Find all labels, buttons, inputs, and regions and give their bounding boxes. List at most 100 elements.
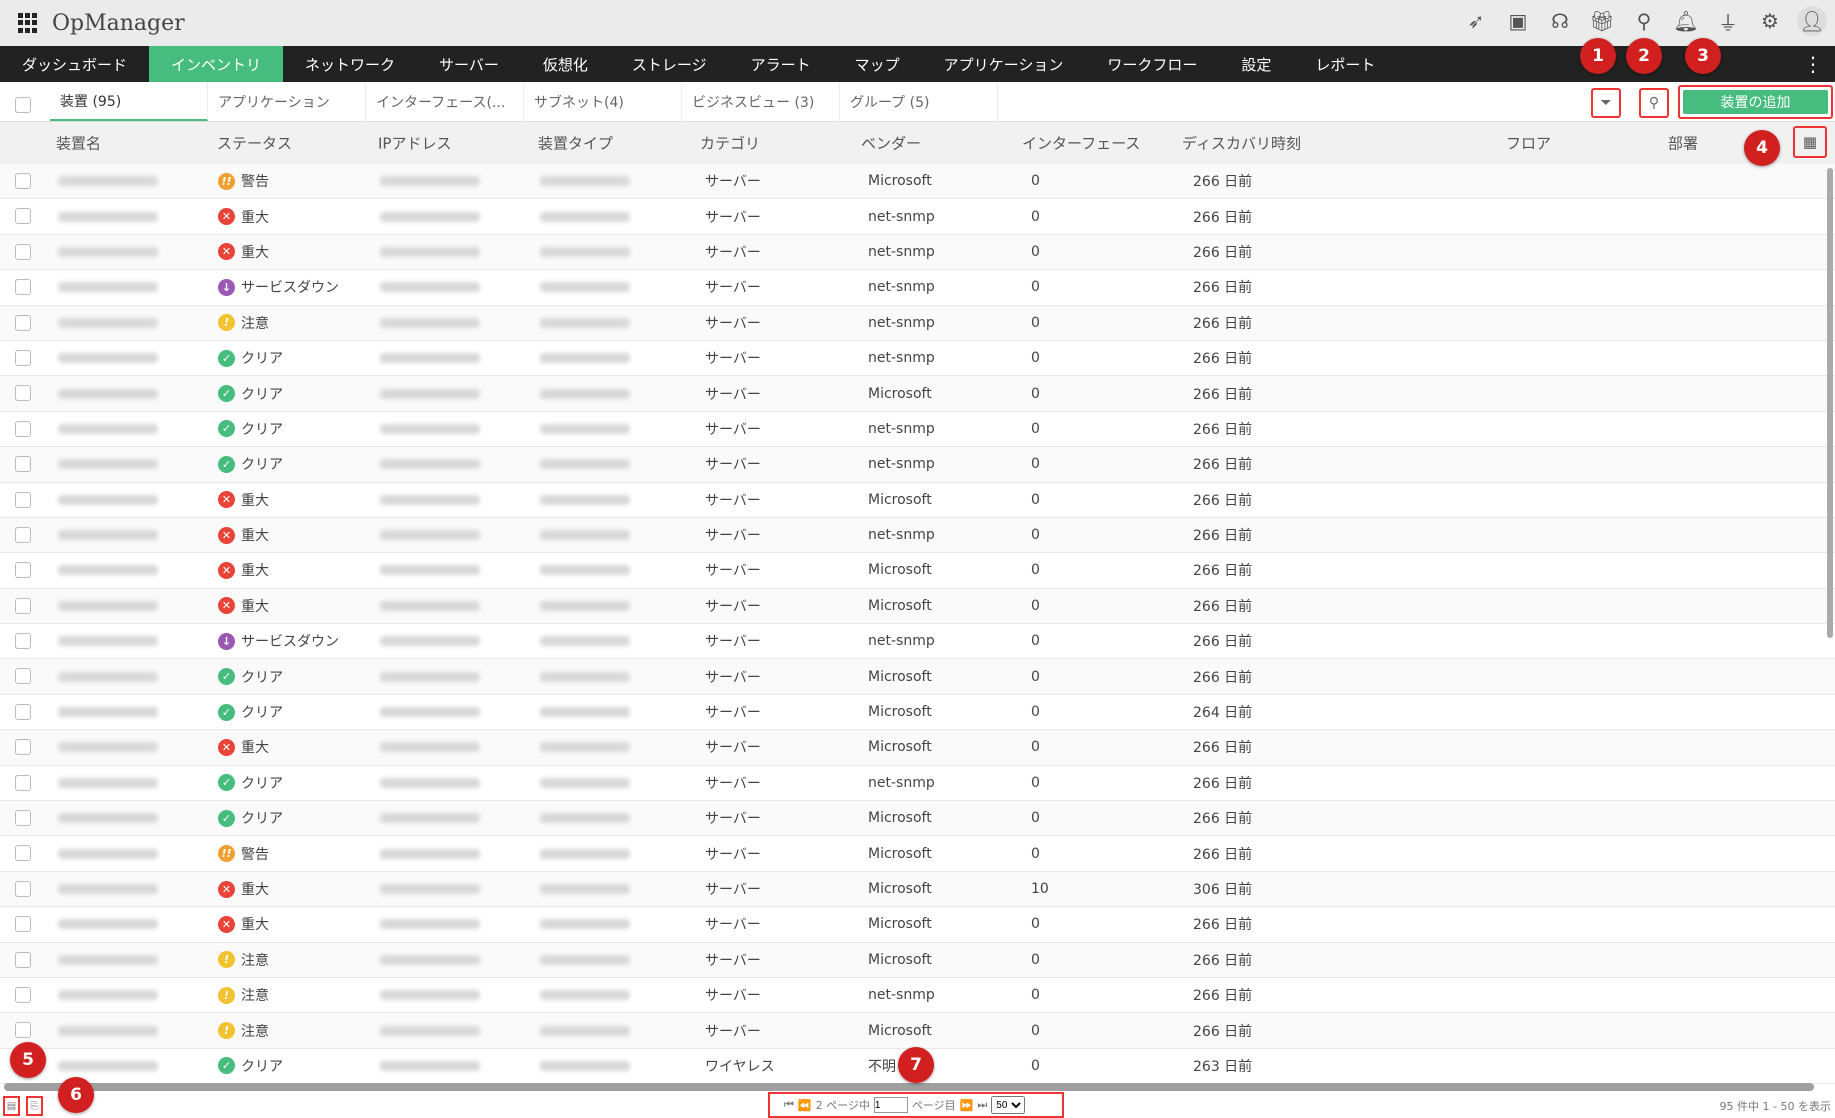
user-avatar-icon[interactable]: 👤︎ bbox=[1797, 6, 1827, 36]
table-row[interactable]: ✕ 重大 サーバー net-snmp 0 266 日前 bbox=[0, 234, 1835, 271]
device-name-redacted[interactable] bbox=[58, 884, 158, 894]
row-checkbox[interactable] bbox=[15, 845, 31, 862]
horizontal-scrollbar[interactable] bbox=[4, 1083, 1814, 1091]
row-checkbox[interactable] bbox=[15, 456, 31, 473]
subtab[interactable]: サブネット(4) bbox=[524, 82, 682, 121]
device-name-redacted[interactable] bbox=[58, 600, 158, 611]
gear-icon[interactable]: ⚙ bbox=[1755, 6, 1785, 36]
row-checkbox[interactable] bbox=[15, 633, 31, 650]
table-row[interactable]: ✕ 重大 サーバー Microsoft 10 306 日前 bbox=[0, 871, 1835, 908]
table-row[interactable]: ✕ 重大 サーバー Microsoft 0 266 日前 bbox=[0, 588, 1835, 625]
column-header[interactable]: ディスカバリ時刻 bbox=[1182, 133, 1301, 154]
column-header[interactable]: フロア bbox=[1506, 133, 1551, 154]
app-grid-icon[interactable] bbox=[18, 13, 38, 33]
row-checkbox[interactable] bbox=[15, 420, 31, 437]
device-name-redacted[interactable] bbox=[58, 530, 158, 541]
row-checkbox[interactable] bbox=[15, 526, 31, 543]
nav-item[interactable]: ダッシュボード bbox=[0, 46, 149, 82]
plug-icon[interactable]: ⏚ bbox=[1713, 6, 1743, 36]
table-row[interactable]: ✕ 重大 サーバー Microsoft 0 266 日前 bbox=[0, 553, 1835, 589]
device-name-redacted[interactable] bbox=[58, 1025, 158, 1036]
nav-item[interactable]: 設定 bbox=[1219, 46, 1293, 82]
device-name-redacted[interactable] bbox=[58, 494, 158, 505]
row-checkbox[interactable] bbox=[15, 810, 31, 827]
device-name-redacted[interactable] bbox=[58, 317, 158, 328]
device-name-redacted[interactable] bbox=[58, 636, 158, 647]
row-checkbox[interactable] bbox=[15, 880, 31, 897]
row-checkbox[interactable] bbox=[15, 916, 31, 933]
device-name-redacted[interactable] bbox=[58, 282, 158, 293]
column-header[interactable]: ベンダー bbox=[861, 133, 921, 154]
vertical-scrollbar[interactable] bbox=[1827, 168, 1833, 638]
column-header[interactable]: IPアドレス bbox=[378, 133, 451, 154]
table-row[interactable]: ! 注意 サーバー net-snmp 0 266 日前 bbox=[0, 305, 1835, 341]
table-row[interactable]: ↓ サービスダウン サーバー net-snmp 0 266 日前 bbox=[0, 270, 1835, 306]
export-button[interactable]: ⎘ bbox=[26, 1096, 43, 1116]
nav-item[interactable]: ストレージ bbox=[610, 46, 729, 82]
row-checkbox[interactable] bbox=[15, 774, 31, 791]
column-header[interactable]: カテゴリ bbox=[700, 133, 760, 154]
column-header[interactable]: インターフェース bbox=[1022, 133, 1140, 154]
list-view-button[interactable]: ▤ bbox=[3, 1096, 20, 1116]
device-name-redacted[interactable] bbox=[58, 565, 158, 576]
device-name-redacted[interactable] bbox=[58, 954, 158, 965]
search-button[interactable]: ⚲ bbox=[1639, 88, 1669, 118]
device-name-redacted[interactable] bbox=[58, 459, 158, 470]
device-name-redacted[interactable] bbox=[58, 1060, 158, 1071]
gift-icon[interactable]: 🎁︎ bbox=[1587, 6, 1617, 36]
column-header[interactable]: 装置名 bbox=[56, 133, 101, 154]
nav-item[interactable]: レポート bbox=[1293, 46, 1397, 82]
nav-item[interactable]: アプリケーション bbox=[922, 46, 1086, 82]
row-checkbox[interactable] bbox=[15, 1022, 31, 1039]
row-checkbox[interactable] bbox=[15, 597, 31, 614]
table-row[interactable]: ✓ クリア サーバー net-snmp 0 266 日前 bbox=[0, 765, 1835, 802]
table-row[interactable]: ✓ クリア サーバー net-snmp 0 266 日前 bbox=[0, 340, 1835, 377]
device-name-redacted[interactable] bbox=[58, 848, 158, 859]
device-name-redacted[interactable] bbox=[58, 707, 158, 718]
more-menu-icon[interactable]: ⋮ bbox=[1791, 46, 1835, 82]
subtab[interactable]: グループ (5) bbox=[840, 82, 998, 121]
subtab[interactable]: アプリケーション bbox=[208, 82, 366, 121]
row-checkbox[interactable] bbox=[15, 986, 31, 1003]
row-checkbox[interactable] bbox=[15, 279, 31, 296]
nav-item[interactable]: ワークフロー bbox=[1085, 46, 1219, 82]
bell-icon[interactable]: 🔔︎ bbox=[1671, 6, 1701, 36]
row-checkbox[interactable] bbox=[15, 243, 31, 260]
table-row[interactable]: ✓ クリア サーバー Microsoft 0 266 日前 bbox=[0, 659, 1835, 695]
table-row[interactable]: ! 注意 サーバー Microsoft 0 266 日前 bbox=[0, 942, 1835, 978]
device-name-redacted[interactable] bbox=[58, 671, 158, 682]
row-checkbox[interactable] bbox=[15, 208, 31, 225]
row-checkbox[interactable] bbox=[15, 739, 31, 756]
last-page-icon[interactable]: ⏭ bbox=[977, 1098, 987, 1112]
nav-item[interactable]: サーバー bbox=[417, 46, 521, 82]
table-row[interactable]: ✕ 重大 サーバー net-snmp 0 266 日前 bbox=[0, 517, 1835, 554]
page-input[interactable] bbox=[873, 1097, 908, 1113]
presentation-icon[interactable]: ▣ bbox=[1503, 6, 1533, 36]
nav-item[interactable]: 仮想化 bbox=[521, 46, 610, 82]
row-checkbox[interactable] bbox=[15, 951, 31, 968]
device-name-redacted[interactable] bbox=[58, 919, 158, 930]
select-all-checkbox[interactable] bbox=[15, 97, 31, 113]
per-page-select[interactable]: 50 bbox=[991, 1096, 1026, 1114]
table-row[interactable]: ✕ 重大 サーバー Microsoft 0 266 日前 bbox=[0, 730, 1835, 766]
column-header[interactable]: 部署 bbox=[1668, 133, 1698, 154]
subtab[interactable]: 装置 (95) bbox=[50, 82, 208, 121]
table-row[interactable]: ✕ 重大 サーバー Microsoft 0 266 日前 bbox=[0, 482, 1835, 518]
row-checkbox[interactable] bbox=[15, 385, 31, 402]
table-row[interactable]: ✓ クリア サーバー Microsoft 0 266 日前 bbox=[0, 801, 1835, 837]
first-page-icon[interactable]: ⏮ bbox=[784, 1098, 794, 1112]
row-checkbox[interactable] bbox=[15, 562, 31, 579]
nav-item[interactable]: インベントリ bbox=[149, 46, 284, 82]
subtab[interactable]: ビジネスビュー (3) bbox=[682, 82, 840, 121]
table-row[interactable]: ✕ 重大 サーバー Microsoft 0 266 日前 bbox=[0, 907, 1835, 943]
row-checkbox[interactable] bbox=[15, 349, 31, 366]
nav-item[interactable]: マップ bbox=[833, 46, 922, 82]
device-name-redacted[interactable] bbox=[58, 423, 158, 434]
filter-button[interactable]: ⏷ bbox=[1591, 88, 1621, 118]
table-row[interactable]: ✓ クリア サーバー net-snmp 0 266 日前 bbox=[0, 447, 1835, 483]
table-row[interactable]: ✓ クリア サーバー net-snmp 0 266 日前 bbox=[0, 411, 1835, 448]
nav-item[interactable]: ネットワーク bbox=[283, 46, 417, 82]
column-chooser-button[interactable]: ▦ bbox=[1793, 126, 1827, 158]
table-row[interactable]: ↓ サービスダウン サーバー net-snmp 0 266 日前 bbox=[0, 624, 1835, 660]
headset-icon[interactable]: ☊ bbox=[1545, 6, 1575, 36]
